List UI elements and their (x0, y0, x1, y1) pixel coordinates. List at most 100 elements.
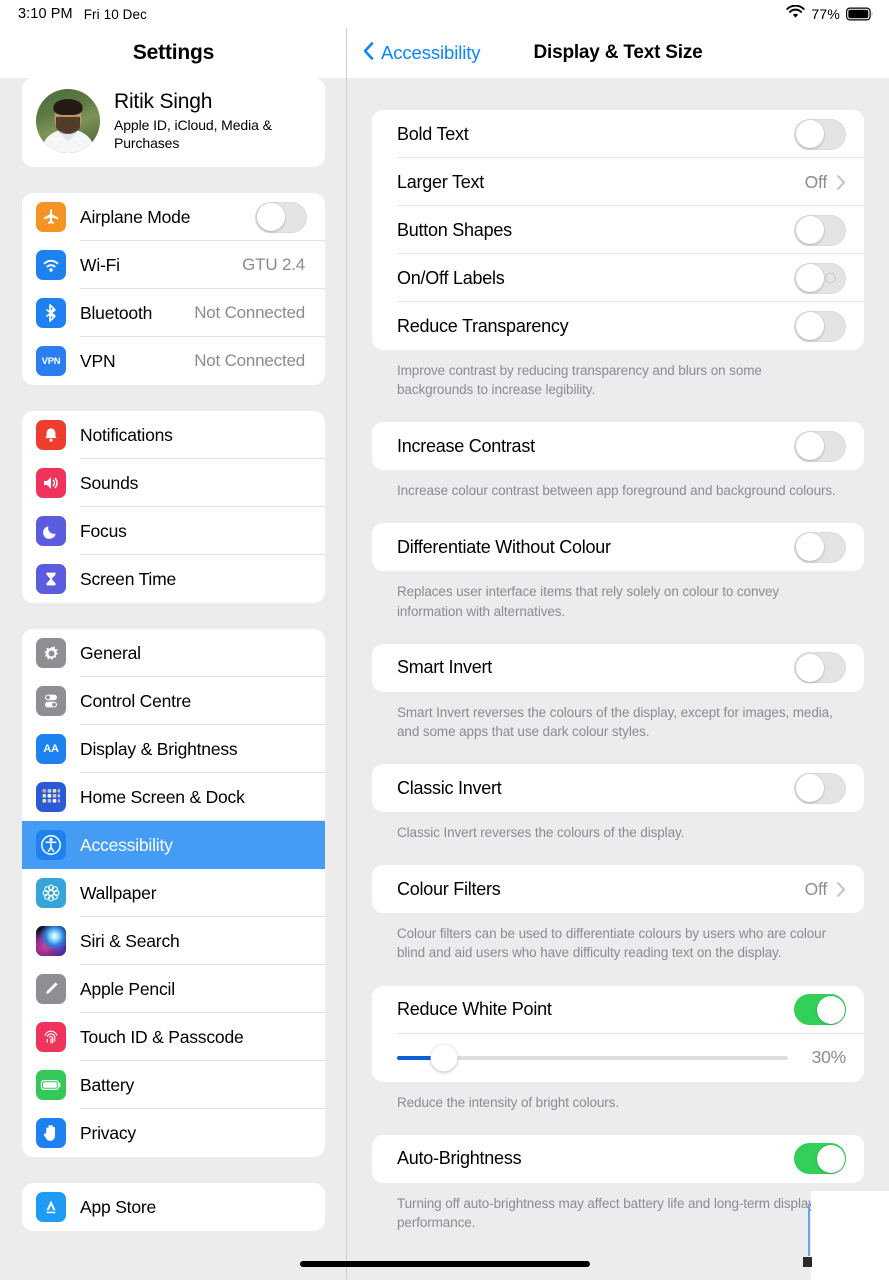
section-note: Colour filters can be used to differenti… (397, 926, 826, 961)
sidebar-item-label: Wi-Fi (80, 254, 120, 275)
row-bold-text[interactable]: Bold Text (372, 110, 864, 158)
row-label: Auto-Brightness (397, 1148, 522, 1169)
auto-brightness-toggle[interactable] (794, 1143, 846, 1175)
row-label: Increase Contrast (397, 435, 535, 456)
slider-value: 30% (811, 1047, 847, 1068)
bluetooth-icon (36, 298, 66, 328)
accessibility-person-icon (36, 830, 66, 860)
display-text-size-panel: Accessibility Display & Text Size Bold T… (347, 0, 889, 1280)
row-auto-brightness[interactable]: Auto-Brightness (372, 1135, 864, 1183)
row-label: Smart Invert (397, 657, 493, 678)
sidebar-item-vpn[interactable]: VPN VPN Not Connected (22, 337, 325, 385)
bold-text-toggle[interactable] (794, 118, 846, 150)
button-shapes-toggle[interactable] (794, 214, 846, 246)
section-note: Replaces user interface items that rely … (397, 584, 780, 619)
home-indicator[interactable] (299, 1261, 590, 1267)
sidebar-item-wifi[interactable]: Wi-Fi GTU 2.4 (22, 241, 325, 289)
apple-id-row[interactable]: Ritik Singh Apple ID, iCloud, Media & Pu… (22, 78, 325, 167)
classic-invert-toggle[interactable] (794, 772, 846, 804)
wifi-icon (36, 250, 66, 280)
gear-icon (36, 638, 66, 668)
sidebar-item-wallpaper[interactable]: Wallpaper (22, 869, 325, 917)
sidebar-item-sounds[interactable]: Sounds (22, 459, 325, 507)
page-title: Settings (132, 41, 215, 64)
sidebar-group-stores: App Store (22, 1183, 325, 1231)
profile-subtitle: Apple ID, iCloud, Media & Purchases (114, 117, 272, 151)
sidebar-item-touch-id-passcode[interactable]: Touch ID & Passcode (22, 1013, 325, 1061)
sidebar-item-label: Siri & Search (80, 930, 180, 951)
apple-pencil-icon (36, 974, 66, 1004)
row-label: Bold Text (397, 123, 469, 144)
detail-nav-bar: Accessibility Display & Text Size (347, 28, 889, 78)
profile-group: Ritik Singh Apple ID, iCloud, Media & Pu… (22, 78, 325, 167)
row-smart-invert[interactable]: Smart Invert (372, 644, 864, 692)
app-store-icon (36, 1192, 66, 1222)
screen-time-hourglass-icon (36, 564, 66, 594)
sidebar-item-label: Airplane Mode (80, 206, 191, 227)
row-differentiate-without-colour[interactable]: Differentiate Without Colour (372, 523, 864, 571)
slider-thumb[interactable] (430, 1044, 458, 1072)
sidebar-item-bluetooth[interactable]: Bluetooth Not Connected (22, 289, 325, 337)
sounds-speaker-icon (36, 468, 66, 498)
section-text-display: Bold Text Larger Text Off Button Shapes (372, 110, 864, 350)
sidebar-item-label: General (80, 642, 141, 663)
section-note: Increase colour contrast between app for… (397, 483, 836, 499)
sidebar-nav-bar: Settings (0, 28, 346, 78)
sidebar-item-label: Apple Pencil (80, 978, 175, 999)
sidebar-item-privacy[interactable]: Privacy (22, 1109, 325, 1157)
white-point-slider[interactable] (397, 1044, 788, 1072)
control-centre-icon (36, 686, 66, 716)
section-colour-filters: Colour Filters Off (372, 865, 864, 914)
badge-artifact (803, 1257, 812, 1267)
differentiate-without-colour-toggle[interactable] (794, 531, 846, 563)
sidebar-item-label: Focus (80, 520, 127, 541)
sidebar-item-accessibility[interactable]: Accessibility (22, 821, 325, 869)
sidebar-item-value: GTU 2.4 (242, 255, 305, 274)
status-bar: 3:10 PM Fri 10 Dec 77% (0, 0, 889, 28)
sidebar-item-notifications[interactable]: Notifications (22, 411, 325, 459)
row-label: On/Off Labels (397, 267, 505, 288)
sidebar-item-label: Display & Brightness (80, 738, 238, 759)
sidebar-item-screen-time[interactable]: Screen Time (22, 555, 325, 603)
row-increase-contrast[interactable]: Increase Contrast (372, 422, 864, 470)
on-off-labels-toggle[interactable] (794, 262, 846, 294)
sidebar-scroll[interactable]: Ritik Singh Apple ID, iCloud, Media & Pu… (0, 78, 346, 1280)
reduce-white-point-toggle[interactable] (794, 994, 846, 1026)
siri-orb-icon (36, 926, 66, 956)
row-reduce-white-point[interactable]: Reduce White Point (372, 986, 864, 1034)
sidebar-group-connectivity: Airplane Mode Wi-Fi GTU 2.4 Bluetooth No… (22, 193, 325, 385)
row-colour-filters[interactable]: Colour Filters Off (372, 865, 864, 913)
ipad-settings-screen: 3:10 PM Fri 10 Dec 77% Settings Ritik Si… (0, 0, 889, 1280)
status-bar-left: 3:10 PM Fri 10 Dec (0, 6, 147, 22)
section-classic-invert: Classic Invert (372, 764, 864, 813)
sidebar-item-airplane-mode[interactable]: Airplane Mode (22, 193, 325, 241)
section-auto-brightness: Auto-Brightness (372, 1134, 864, 1183)
sidebar-item-app-store[interactable]: App Store (22, 1183, 325, 1231)
detail-scroll[interactable]: Bold Text Larger Text Off Button Shapes (347, 78, 889, 1280)
sidebar-item-siri-search[interactable]: Siri & Search (22, 917, 325, 965)
battery-icon (36, 1070, 66, 1100)
row-reduce-transparency[interactable]: Reduce Transparency (372, 302, 864, 350)
sidebar-item-general[interactable]: General (22, 629, 325, 677)
sidebar-item-home-screen-dock[interactable]: Home Screen & Dock (22, 773, 325, 821)
sidebar-item-control-centre[interactable]: Control Centre (22, 677, 325, 725)
increase-contrast-toggle[interactable] (794, 430, 846, 462)
sidebar-group-notifications: Notifications Sounds Focus Screen Time (22, 411, 325, 603)
sidebar-item-battery[interactable]: Battery (22, 1061, 325, 1109)
wifi-icon (786, 4, 806, 24)
display-brightness-aa-icon: AA (36, 734, 66, 764)
sidebar-item-label: Screen Time (80, 568, 177, 589)
sidebar-item-display-brightness[interactable]: AA Display & Brightness (22, 725, 325, 773)
row-larger-text[interactable]: Larger Text Off (372, 158, 864, 206)
airplane-mode-toggle[interactable] (255, 201, 307, 233)
section-reduce-white-point: Reduce White Point 30% (372, 985, 864, 1082)
sidebar-item-apple-pencil[interactable]: Apple Pencil (22, 965, 325, 1013)
row-classic-invert[interactable]: Classic Invert (372, 764, 864, 812)
row-on-off-labels[interactable]: On/Off Labels (372, 254, 864, 302)
reduce-transparency-toggle[interactable] (794, 310, 846, 342)
smart-invert-toggle[interactable] (794, 652, 846, 684)
battery-icon (846, 7, 874, 21)
sidebar-item-focus[interactable]: Focus (22, 507, 325, 555)
row-button-shapes[interactable]: Button Shapes (372, 206, 864, 254)
back-button[interactable]: Accessibility (362, 41, 481, 66)
